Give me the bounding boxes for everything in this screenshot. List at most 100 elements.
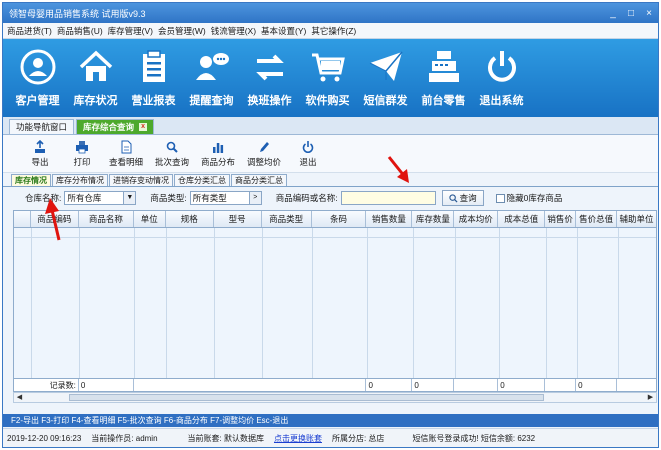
column-header[interactable]: 成本均价	[454, 211, 499, 227]
main-toolbar: 客户管理 库存状况 营业报表 提醒查询 换班操作 软件购买 短信群发 前台零售 …	[3, 39, 658, 117]
status-bar: 2019-12-20 09:16:23 当前操作员: admin 当前账套: 默…	[3, 428, 658, 447]
view-detail-button[interactable]: 查看明细	[109, 140, 143, 168]
exit-query-button[interactable]: 退出	[293, 140, 323, 168]
column-header[interactable]: 销售价	[545, 211, 577, 227]
power-icon	[302, 140, 314, 153]
subtab-inventory-status[interactable]: 库存情况	[11, 174, 51, 186]
chevron-down-icon[interactable]: ▼	[123, 192, 136, 204]
cost-total: 0	[498, 379, 546, 391]
subtab-warehouse-summary[interactable]: 仓库分类汇总	[174, 174, 230, 186]
front-retail-button[interactable]: 前台零售	[415, 47, 472, 108]
status-datetime: 2019-12-20 09:16:23	[7, 433, 82, 443]
document-tabs: 功能导航窗口 库存综合查询 x	[3, 117, 658, 135]
menu-members[interactable]: 会员管理(W)	[158, 25, 206, 37]
sales-qty-total: 0	[366, 379, 413, 391]
table-row[interactable]	[14, 228, 656, 238]
window-title: 领智母婴用品销售系统 试用版v9.3	[9, 8, 146, 19]
stock-qty-total: 0	[412, 379, 455, 391]
adjust-average-price-button[interactable]: 调整均价	[247, 140, 281, 168]
inventory-status-button[interactable]: 库存状况	[67, 47, 124, 108]
column-header[interactable]: 销售数量	[366, 211, 413, 227]
business-report-button[interactable]: 营业报表	[125, 47, 182, 108]
column-header[interactable]: 商品名称	[79, 211, 134, 227]
tab-close-icon[interactable]: x	[139, 123, 148, 131]
product-distribution-button[interactable]: 商品分布	[201, 140, 235, 168]
status-branch: 所属分店: 总店	[331, 433, 385, 443]
column-header[interactable]: 辅助单位	[617, 211, 656, 227]
status-sms: 短信账号登录成功! 短信余额: 6232	[412, 433, 536, 443]
column-header[interactable]: 规格	[166, 211, 214, 227]
menu-bar: 商品进货(T) 商品销售(U) 库存管理(V) 会员管理(W) 钱流管理(X) …	[3, 23, 658, 39]
batch-query-icon	[166, 141, 178, 153]
warehouse-select[interactable]: 所有仓库 ▼	[64, 191, 137, 205]
customer-management-button[interactable]: 客户管理	[9, 47, 66, 108]
pencil-icon	[260, 141, 270, 152]
hide-zero-stock-checkbox[interactable]: 隐藏0库存商品	[495, 192, 562, 204]
column-header[interactable]: 单位	[134, 211, 166, 227]
tab-nav-window[interactable]: 功能导航窗口	[9, 119, 75, 134]
product-code-input[interactable]	[340, 191, 436, 205]
column-header[interactable]: 商品类型	[262, 211, 312, 227]
buy-software-button[interactable]: 软件购买	[299, 47, 356, 108]
batch-query-button[interactable]: 批次查询	[155, 140, 189, 168]
product-type-label: 商品类型:	[150, 193, 187, 203]
query-button[interactable]: 查询	[441, 190, 484, 206]
menu-sales[interactable]: 商品销售(U)	[57, 25, 103, 37]
detail-icon	[121, 140, 132, 153]
record-count-label: 记录数:	[14, 379, 79, 391]
checkbox-box[interactable]	[495, 193, 505, 203]
inventory-grid[interactable]: 商品编码 商品名称 单位 规格 型号 商品类型 条码 销售数量 库存数量 成本均…	[13, 210, 657, 392]
price-total: 0	[576, 379, 618, 391]
column-header[interactable]: 型号	[214, 211, 262, 227]
query-toolbar: 导出 打印 查看明细 批次查询 商品分布 调整均价 退出	[3, 135, 658, 173]
menu-inventory[interactable]: 库存管理(V)	[108, 25, 153, 37]
filter-bar: 仓库名称: 所有仓库 ▼ 商品类型: 所有类型 > 商品编码或名称: 查询 隐藏…	[3, 187, 658, 209]
type-picker-button[interactable]: >	[248, 192, 261, 204]
subtab-stock-movement[interactable]: 进销存变动情况	[109, 174, 173, 186]
export-button[interactable]: 导出	[25, 139, 55, 168]
product-code-label: 商品编码或名称:	[275, 193, 338, 203]
home-icon	[79, 50, 112, 81]
close-button[interactable]: ×	[640, 8, 658, 19]
product-type-select[interactable]: 所有类型 >	[189, 191, 262, 205]
reminder-query-button[interactable]: 提醒查询	[183, 47, 240, 108]
shift-change-button[interactable]: 换班操作	[241, 47, 298, 108]
column-header[interactable]: 成本总值	[498, 211, 546, 227]
column-header[interactable]: 条码	[312, 211, 367, 227]
horizontal-scrollbar[interactable]: ◀ ▶	[13, 392, 657, 403]
warehouse-label: 仓库名称:	[25, 193, 62, 203]
exit-system-button[interactable]: 退出系统	[473, 47, 530, 108]
menu-cashflow[interactable]: 钱流管理(X)	[211, 25, 256, 37]
switch-account-link[interactable]: 点击更换账套	[274, 433, 322, 444]
column-header[interactable]: 售价总值	[576, 211, 618, 227]
app-window: 领智母婴用品销售系统 试用版v9.3 _ □ × 商品进货(T) 商品销售(U)…	[2, 2, 659, 448]
scroll-thumb[interactable]	[69, 394, 544, 401]
bar-chart-icon	[213, 142, 224, 153]
menu-settings[interactable]: 基本设置(Y)	[261, 25, 306, 37]
maximize-button[interactable]: □	[622, 8, 640, 19]
sms-envelope-icon	[369, 51, 403, 81]
subtab-category-summary[interactable]: 商品分类汇总	[231, 174, 287, 186]
cash-register-icon	[428, 51, 459, 82]
column-header[interactable]: 库存数量	[412, 211, 455, 227]
scroll-right-icon[interactable]: ▶	[645, 393, 656, 402]
minimize-button[interactable]: _	[604, 8, 622, 19]
subtab-inventory-distribution[interactable]: 库存分布情况	[52, 174, 108, 186]
grid-header: 商品编码 商品名称 单位 规格 型号 商品类型 条码 销售数量 库存数量 成本均…	[14, 211, 656, 228]
menu-purchase[interactable]: 商品进货(T)	[7, 25, 52, 37]
column-header[interactable]: 商品编码	[31, 211, 79, 227]
power-icon	[487, 51, 516, 82]
print-button[interactable]: 打印	[67, 140, 97, 168]
export-icon	[35, 139, 45, 153]
menu-other[interactable]: 其它操作(Z)	[311, 25, 356, 37]
shopping-cart-icon	[311, 53, 345, 82]
grid-summary-row: 记录数: 0 0 0 0 0	[14, 378, 656, 391]
sms-broadcast-button[interactable]: 短信群发	[357, 47, 414, 108]
row-indicator-header	[14, 211, 31, 227]
tab-inventory-query[interactable]: 库存综合查询 x	[76, 119, 155, 134]
status-account: 当前账套: 默认数据库	[187, 433, 264, 443]
status-operator: 当前操作员: admin	[91, 433, 158, 443]
record-count-value: 0	[79, 379, 134, 391]
scroll-left-icon[interactable]: ◀	[14, 393, 25, 402]
grid-body[interactable]	[14, 228, 656, 378]
